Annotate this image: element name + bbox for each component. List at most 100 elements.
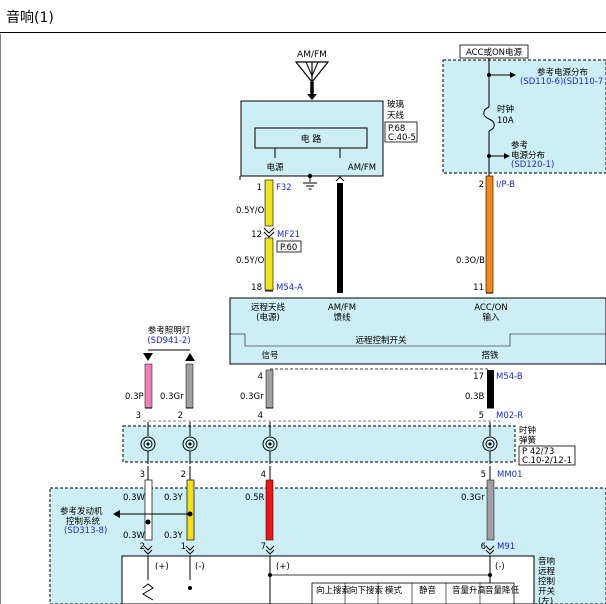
bw-w-spec2: 0.3W (123, 531, 146, 541)
bw-y-spec2: 0.3Y (164, 531, 184, 541)
bw-gr-conn2: M91 (497, 542, 515, 552)
glass-antenna-name-2: 天线 (387, 110, 405, 121)
acc-ref2-code: (SD120-1) (511, 160, 554, 170)
clock-spring-name-2: 弹簧 (519, 435, 537, 446)
circuit-label: 电 路 (301, 133, 322, 145)
ss-btn-up: 向上搜索 (316, 585, 350, 596)
wire-white (144, 466, 153, 541)
sig-spec: 0.3Gr (240, 392, 264, 402)
w18-conn: M54-A (276, 283, 303, 293)
rc-col2-line1: AM/FM (328, 303, 356, 313)
wire-pink (144, 363, 153, 409)
bw-gr-spec: 0.3Gr (461, 493, 485, 503)
clock-spring-name-1: 时钟 (519, 425, 536, 436)
acc-conn: I/P-B (496, 180, 515, 190)
wire-red (265, 466, 274, 541)
steering-remote-switch (121, 555, 535, 604)
rc-signal: 信号 (261, 350, 278, 361)
clock-spring-ref-conn: C.10-2/12-1 (522, 456, 572, 466)
sig-pin-top: 4 (258, 372, 263, 382)
w18-pin: 18 (251, 283, 262, 293)
acc-ref2-line1: 参考 (511, 140, 528, 151)
rc-col3-line2: 输入 (482, 312, 500, 323)
lamp-ref-line1: 参考照明灯 (148, 325, 191, 336)
antenna-label: AM/FM (297, 50, 327, 60)
w1-spec: 0.5Y/O (236, 206, 265, 216)
gnd-conn-top: M54-B (496, 372, 523, 382)
w18-spec: 0.5Y/O (236, 256, 265, 266)
w12-conn: MF21 (277, 230, 300, 240)
fuse-name: 时钟 (497, 104, 514, 115)
ss-btn-volup: 音量升高 (452, 585, 486, 596)
bw-gr-conn: MM01 (497, 470, 522, 480)
ss-btn-mode: 模式 (385, 585, 403, 596)
bw-r-pin: 4 (261, 470, 266, 480)
rc-col2-line2: 馈线 (333, 312, 351, 323)
acc-ref-dist-codes: (SD110-6)(SD110-7 (520, 77, 603, 87)
wire-yellow-power (263, 179, 275, 292)
pin-power-label: 电源 (266, 162, 284, 173)
ss-name-1: 音响 (538, 556, 555, 567)
glass-antenna-ref-conn: C.40-5 (388, 133, 416, 143)
bw-w-spec: 0.3W (123, 493, 146, 503)
rc-col1-line2: (电源) (256, 312, 280, 323)
p-pin: 3 (136, 411, 141, 421)
acc-pin2: 11 (473, 283, 484, 293)
bw-w-pin: 3 (140, 470, 145, 480)
lamp-ref-code: (SD941-2) (147, 336, 190, 346)
bw-gr-pin2: 6 (481, 542, 486, 552)
wire-gray-lower (486, 466, 495, 541)
ss-name-5: (左) (538, 596, 553, 604)
gnd-pin: 5 (479, 411, 484, 421)
lamp-ref-arrows (143, 349, 195, 361)
rc-col3-line1: ACC/ON (474, 303, 507, 313)
pin-amfm-label: AM/FM (348, 163, 376, 173)
glass-antenna-name-1: 玻璃 (387, 99, 405, 110)
ss-plus2: (+) (276, 562, 290, 572)
wiring-diagram: AM/FM 电 路 电源 AM/FM 玻璃 天线 P.68 C.40-5 ACC… (0, 34, 606, 604)
bw-r-spec: 0.5R (245, 493, 265, 503)
wire-gray-lamp (185, 363, 194, 409)
bw-gr-pin: 5 (481, 470, 486, 480)
page-title: 音响(1) (6, 10, 54, 26)
ss-btn-mute: 静音 (419, 585, 437, 596)
ss-btn-voldown: 音量降低 (485, 585, 520, 596)
rc-name: 远程控制开关 (355, 335, 407, 346)
acc-spec: 0.3O/B (456, 256, 485, 266)
w1-pin: 1 (257, 183, 262, 193)
fuse-rating: 10A (497, 116, 514, 126)
wire-black-ground (487, 370, 494, 409)
ss-plus: (+) (155, 562, 169, 572)
glass-antenna-module: 电 路 电源 AM/FM (239, 100, 384, 190)
ss-name-4: 开关 (538, 586, 556, 597)
gr-spec: 0.3Gr (160, 392, 184, 402)
bw-r-pin2: 7 (261, 542, 266, 552)
gnd-conn: M02-R (496, 411, 523, 421)
clock-spring-panel (122, 420, 516, 463)
antenna-symbol: AM/FM (294, 50, 330, 100)
ss-btn-down: 向下搜索 (349, 585, 383, 596)
title-bar: 音响(1) (0, 0, 606, 33)
ss-name-3: 控制 (538, 576, 555, 587)
gr-pin: 2 (178, 411, 183, 421)
gnd-spec: 0.3B (465, 392, 485, 402)
remote-control-switch (229, 297, 606, 365)
sig-pin: 4 (258, 411, 263, 421)
acc-supply-panel: ACC或ON电源 参考电源分布 (SD110-6)(SD110-7 时钟 10A… (442, 44, 606, 176)
gnd-pin-top: 17 (473, 372, 484, 382)
wire-black-amfm (335, 176, 345, 293)
acc-pin: 2 (479, 180, 484, 190)
engine-ref-line1: 参考发动机 (60, 506, 103, 517)
bw-y-spec: 0.3Y (164, 493, 184, 503)
rc-ground: 搭铁 (481, 350, 499, 361)
ss-minus: (-) (195, 562, 205, 572)
w12-pin: 12 (251, 230, 262, 240)
acc-supply-label: ACC或ON电源 (466, 47, 523, 58)
w12-page: P.60 (280, 243, 297, 253)
rc-col1-line1: 远程天线 (251, 302, 286, 313)
wire-gray-signal (265, 369, 274, 409)
w1-conn: F32 (276, 183, 292, 193)
ss-minus2: (-) (495, 562, 505, 572)
p-spec: 0.3P (125, 392, 144, 402)
wire-orange-acc (485, 175, 494, 294)
